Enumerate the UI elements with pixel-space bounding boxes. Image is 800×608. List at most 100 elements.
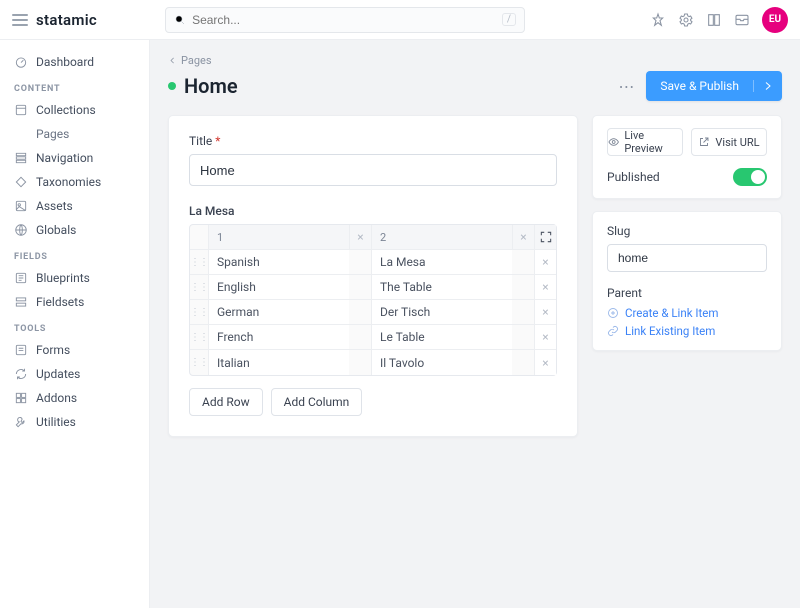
gear-icon[interactable]: [678, 12, 694, 28]
globals-icon: [14, 223, 28, 237]
save-publish-button[interactable]: Save & Publish: [646, 71, 782, 101]
table-row: ⋮⋮Italian Il Tavolo ×: [190, 350, 556, 375]
gauge-icon: [14, 55, 28, 69]
published-toggle[interactable]: [733, 168, 767, 186]
cell[interactable]: Spanish: [208, 250, 349, 274]
sidebar-label: Taxonomies: [36, 175, 101, 189]
sidebar-heading: TOOLS: [0, 314, 149, 338]
sidebar-heading: FIELDS: [0, 242, 149, 266]
title-input[interactable]: [189, 154, 557, 186]
sidebar-label: Collections: [36, 103, 96, 117]
remove-row[interactable]: ×: [534, 275, 556, 299]
drag-handle-icon[interactable]: ⋮⋮: [190, 275, 208, 299]
table-row: ⋮⋮German Der Tisch ×: [190, 300, 556, 325]
drag-handle-icon[interactable]: ⋮⋮: [190, 300, 208, 324]
table-row: ⋮⋮English The Table ×: [190, 275, 556, 300]
sidebar-item-collections[interactable]: Collections: [0, 98, 149, 122]
link-icon: [607, 325, 619, 337]
sidebar-item-utilities[interactable]: Utilities: [0, 410, 149, 434]
sidebar-label: Pages: [36, 127, 69, 141]
add-row-button[interactable]: Add Row: [189, 388, 263, 416]
taxonomies-icon: [14, 175, 28, 189]
brand-logo: statamic: [36, 11, 97, 29]
fullscreen-grid[interactable]: [534, 225, 556, 249]
blueprints-icon: [14, 271, 28, 285]
sidebar-heading: CONTENT: [0, 74, 149, 98]
utilities-icon: [14, 415, 28, 429]
sidebar-item-taxonomies[interactable]: Taxonomies: [0, 170, 149, 194]
sidebar-item-forms[interactable]: Forms: [0, 338, 149, 362]
remove-col-2[interactable]: ×: [512, 225, 534, 249]
cell[interactable]: German: [208, 300, 349, 324]
remove-row[interactable]: ×: [534, 250, 556, 274]
search-icon: [174, 14, 186, 26]
assets-icon: [14, 199, 28, 213]
remove-row[interactable]: ×: [534, 350, 556, 375]
pin-icon[interactable]: [650, 12, 666, 28]
remove-row[interactable]: ×: [534, 325, 556, 349]
add-column-button[interactable]: Add Column: [271, 388, 363, 416]
book-icon[interactable]: [706, 12, 722, 28]
forms-icon: [14, 343, 28, 357]
eye-icon: [608, 136, 619, 148]
link-existing-item[interactable]: Link Existing Item: [607, 324, 767, 338]
search-input[interactable]: [192, 13, 496, 27]
external-link-icon: [698, 136, 710, 148]
breadcrumb[interactable]: Pages: [168, 54, 782, 67]
table-row: ⋮⋮French Le Table ×: [190, 325, 556, 350]
sidebar-label: Navigation: [36, 151, 93, 165]
menu-toggle[interactable]: [12, 14, 28, 26]
topbar: statamic / EU: [0, 0, 800, 40]
remove-row[interactable]: ×: [534, 300, 556, 324]
slug-label: Slug: [607, 224, 767, 238]
main-card: Title * La Mesa 1 × 2 × ⋮⋮SpanishLa Mes: [168, 115, 578, 437]
cell[interactable]: La Mesa: [371, 250, 512, 274]
page-title: Home: [168, 74, 238, 98]
drag-handle-icon[interactable]: ⋮⋮: [190, 325, 208, 349]
sidebar-item-assets[interactable]: Assets: [0, 194, 149, 218]
create-link-item[interactable]: Create & Link Item: [607, 306, 767, 320]
sidebar-label: Globals: [36, 223, 76, 237]
cell[interactable]: The Table: [371, 275, 512, 299]
sidebar-item-globals[interactable]: Globals: [0, 218, 149, 242]
sidebar-item-blueprints[interactable]: Blueprints: [0, 266, 149, 290]
navigation-icon: [14, 151, 28, 165]
sidebar-item-dashboard[interactable]: Dashboard: [0, 50, 149, 74]
drag-handle-icon[interactable]: ⋮⋮: [190, 250, 208, 274]
cell[interactable]: Italian: [208, 350, 349, 375]
sidebar-item-updates[interactable]: Updates: [0, 362, 149, 386]
sidebar-label: Updates: [36, 367, 80, 381]
visit-url-button[interactable]: Visit URL: [691, 128, 767, 156]
sidebar-item-navigation[interactable]: Navigation: [0, 146, 149, 170]
table-header: 1 × 2 ×: [190, 225, 556, 250]
remove-col-1[interactable]: ×: [349, 225, 371, 249]
avatar[interactable]: EU: [762, 7, 788, 33]
global-search[interactable]: /: [165, 7, 525, 33]
cell[interactable]: Il Tavolo: [371, 350, 512, 375]
side-meta-box: Slug Parent Create & Link Item Link Exis…: [592, 211, 782, 351]
sidebar-label: Blueprints: [36, 271, 90, 285]
col-header-1: 1: [208, 225, 349, 249]
sidebar-label: Assets: [36, 199, 73, 213]
sidebar-item-pages[interactable]: Pages: [0, 122, 149, 146]
col-header-2: 2: [371, 225, 512, 249]
published-label: Published: [607, 170, 660, 184]
parent-label: Parent: [607, 286, 767, 300]
title-label: Title *: [189, 134, 557, 148]
live-preview-button[interactable]: Live Preview: [607, 128, 683, 156]
sidebar-label: Utilities: [36, 415, 76, 429]
inbox-icon[interactable]: [734, 12, 750, 28]
side-preview-box: Live Preview Visit URL Published: [592, 115, 782, 199]
drag-handle-icon[interactable]: ⋮⋮: [190, 350, 208, 375]
grid-table: 1 × 2 × ⋮⋮SpanishLa Mesa×⋮⋮EnglishThe Ta…: [189, 224, 557, 376]
sidebar-item-fieldsets[interactable]: Fieldsets: [0, 290, 149, 314]
cell[interactable]: Der Tisch: [371, 300, 512, 324]
save-dropdown[interactable]: [753, 80, 782, 92]
slug-input[interactable]: [607, 244, 767, 272]
cell[interactable]: English: [208, 275, 349, 299]
more-actions[interactable]: ⋯: [614, 77, 638, 96]
grid-label: La Mesa: [189, 204, 557, 218]
cell[interactable]: French: [208, 325, 349, 349]
sidebar-item-addons[interactable]: Addons: [0, 386, 149, 410]
cell[interactable]: Le Table: [371, 325, 512, 349]
